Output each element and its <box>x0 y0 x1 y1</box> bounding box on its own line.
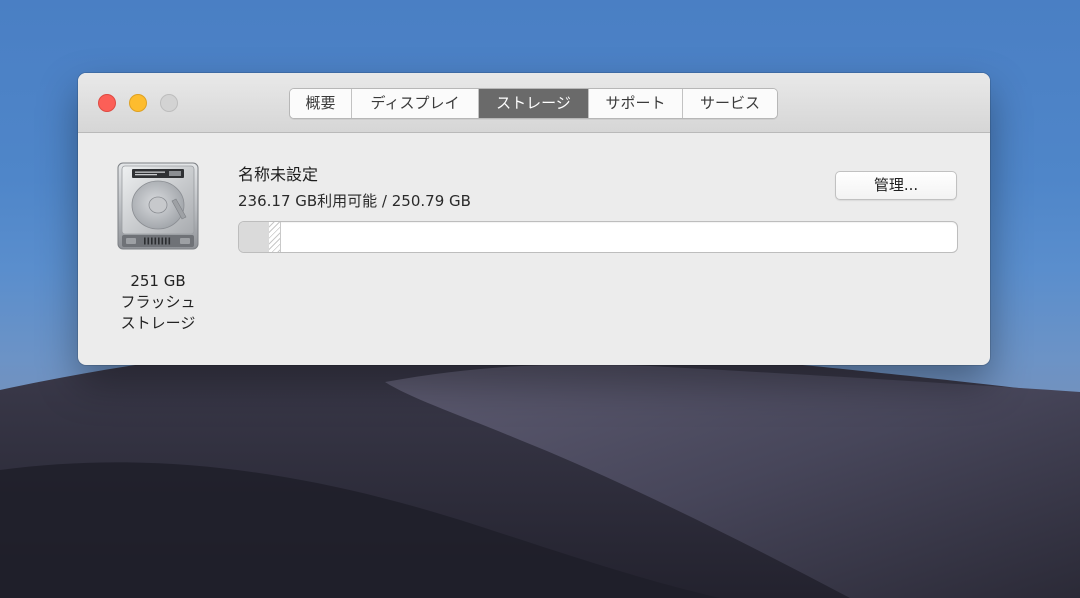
tab-service[interactable]: サービス <box>683 89 777 118</box>
volume-name: 名称未設定 <box>238 165 319 184</box>
storage-other-segment <box>268 222 281 252</box>
close-button[interactable] <box>98 94 116 112</box>
tab-displays[interactable]: ディスプレイ <box>352 89 479 118</box>
disk-caption: 251 GB フラッシュ ストレージ <box>98 271 218 334</box>
minimize-button[interactable] <box>129 94 147 112</box>
tab-bar: 概要 ディスプレイ ストレージ サポート サービス <box>289 88 778 119</box>
tab-storage[interactable]: ストレージ <box>479 89 589 118</box>
disk-type-line1: フラッシュ <box>120 293 196 311</box>
title-bar: 概要 ディスプレイ ストレージ サポート サービス <box>78 73 990 133</box>
desktop-background: 概要 ディスプレイ ストレージ サポート サービス 251 GB フラッシュ ス… <box>0 0 1080 598</box>
disk-type-line2: ストレージ <box>120 314 196 332</box>
hard-drive-icon <box>117 162 199 250</box>
disk-size: 251 GB <box>130 272 186 290</box>
zoom-button <box>160 94 178 112</box>
about-this-mac-window: 概要 ディスプレイ ストレージ サポート サービス 251 GB フラッシュ ス… <box>78 73 990 365</box>
storage-usage-bar <box>238 221 958 253</box>
tab-support[interactable]: サポート <box>589 89 683 118</box>
manage-button[interactable]: 管理... <box>835 171 957 200</box>
storage-used-segment <box>239 222 270 252</box>
tab-overview[interactable]: 概要 <box>290 89 352 118</box>
volume-capacity-info: 236.17 GB利用可能 / 250.79 GB <box>238 192 471 210</box>
storage-pane: 251 GB フラッシュ ストレージ 名称未設定 236.17 GB利用可能 /… <box>78 133 990 365</box>
